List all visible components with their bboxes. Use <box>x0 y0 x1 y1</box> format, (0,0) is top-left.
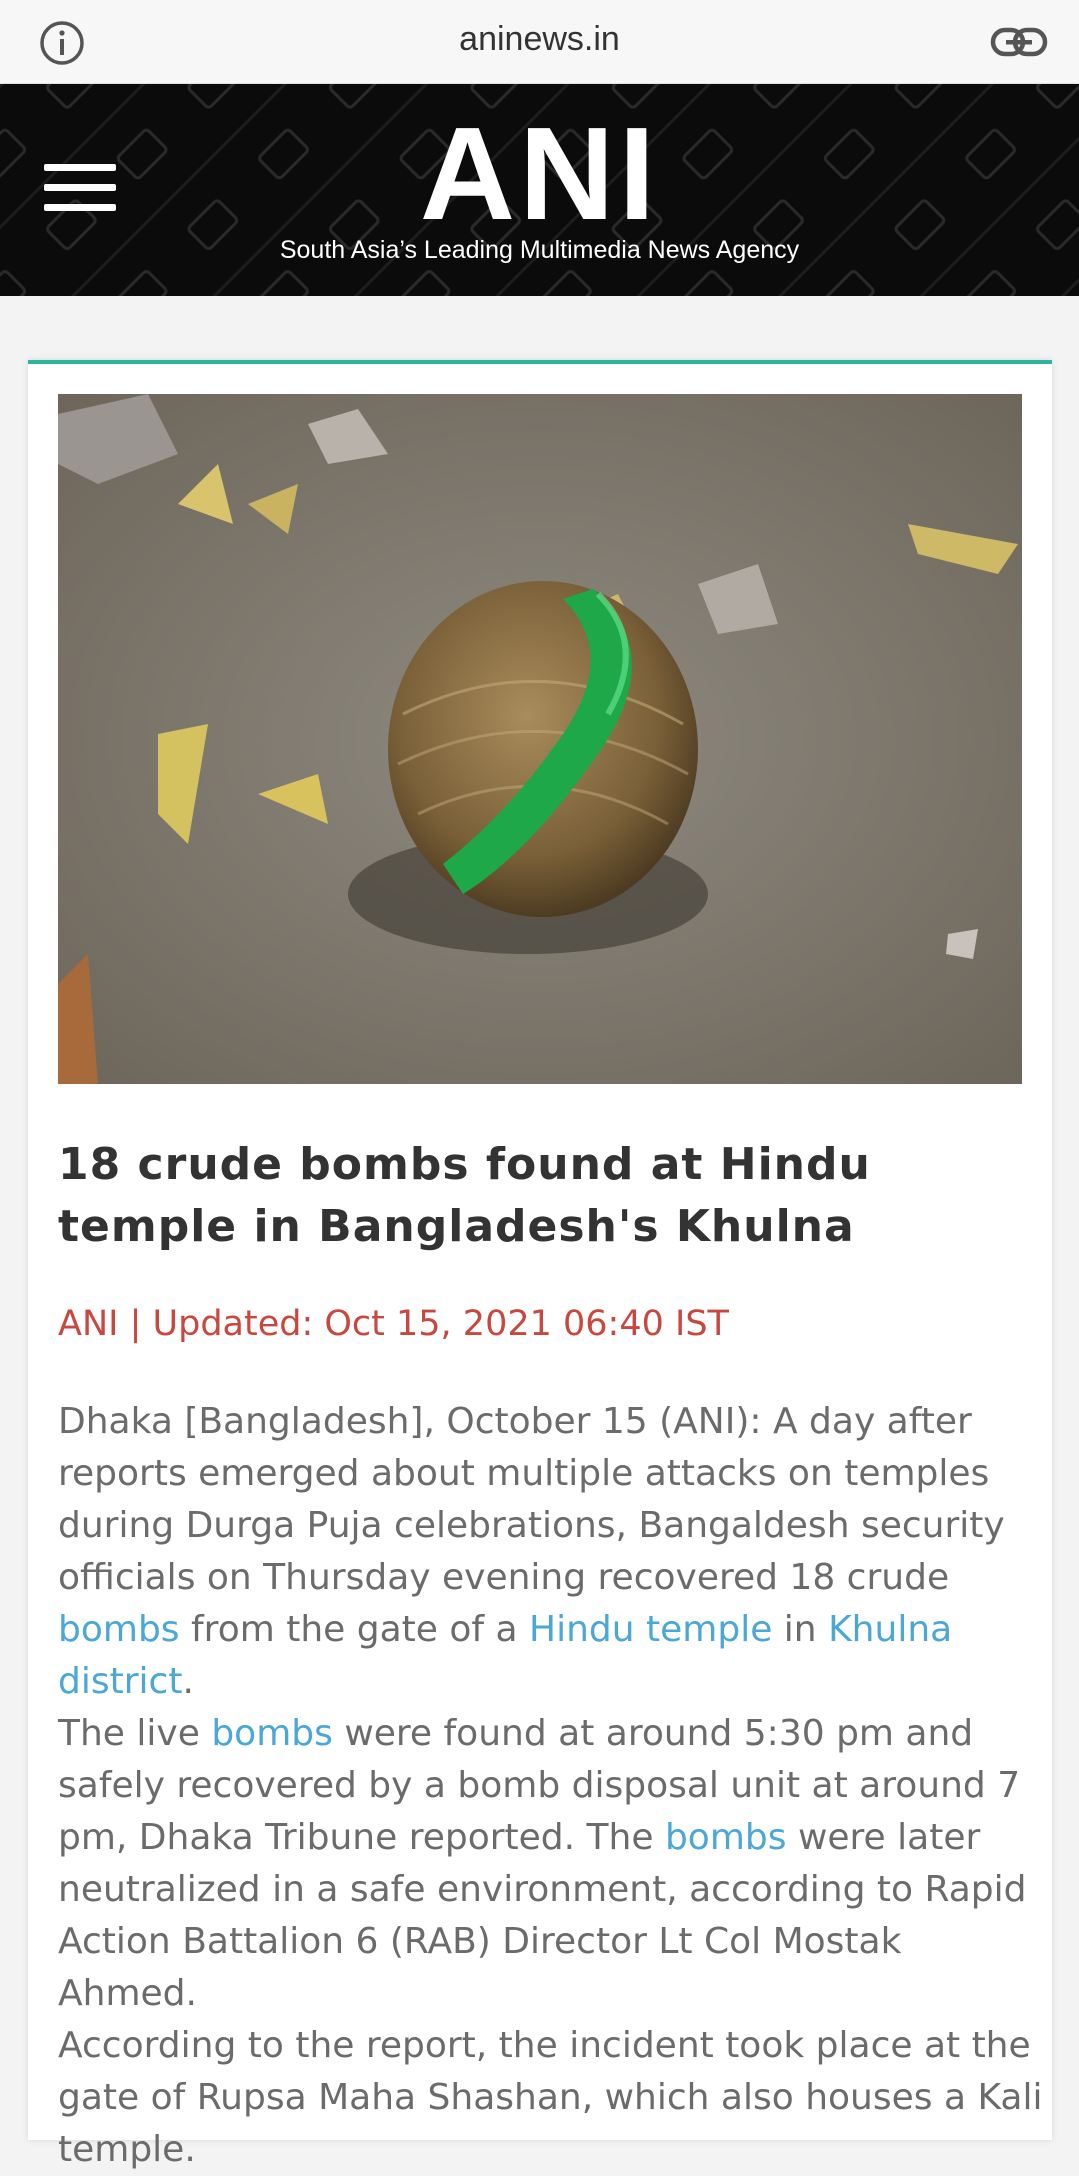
paragraph-text: in <box>772 1609 829 1650</box>
article-paragraph: According to the report, the incident to… <box>58 2025 1043 2170</box>
site-header: ANI South Asia’s Leading Multimedia News… <box>0 84 1079 296</box>
browser-url-bar: aninews.in <box>0 0 1079 84</box>
article-title: 18 crude bombs found at Hindu temple in … <box>58 1139 871 1252</box>
url-domain[interactable]: aninews.in <box>0 20 1079 59</box>
article-card: 18 crude bombs found at Hindu temple in … <box>28 360 1052 2170</box>
paragraph-text: Dhaka [Bangladesh], October 15 (ANI): A … <box>58 1401 1005 1598</box>
tag-link-hindu-temple[interactable]: Hindu temple <box>529 1609 772 1650</box>
article-paragraph: Dhaka [Bangladesh], October 15 (ANI): A … <box>58 1396 1048 1708</box>
site-tagline: South Asia’s Leading Multimedia News Age… <box>279 236 800 264</box>
paragraph-text: from the gate of a <box>179 1609 530 1650</box>
paragraph-text: . <box>182 1661 194 1702</box>
tag-link-bombs[interactable]: bombs <box>211 1713 333 1754</box>
site-logo[interactable]: ANI <box>0 108 1079 240</box>
article-body: Dhaka [Bangladesh], October 15 (ANI): A … <box>58 1396 1048 2176</box>
link-icon[interactable] <box>990 22 1048 62</box>
tag-link-bombs[interactable]: bombs <box>665 1817 787 1858</box>
article-paragraph: The live bombs were found at around 5:30… <box>58 1708 1048 2020</box>
article-image[interactable] <box>58 394 1022 1084</box>
tag-link-bombs[interactable]: bombs <box>58 1609 180 1650</box>
paragraph-text: The live <box>58 1713 212 1754</box>
article-byline: ANI | Updated: Oct 15, 2021 06:40 IST <box>58 1304 729 1344</box>
